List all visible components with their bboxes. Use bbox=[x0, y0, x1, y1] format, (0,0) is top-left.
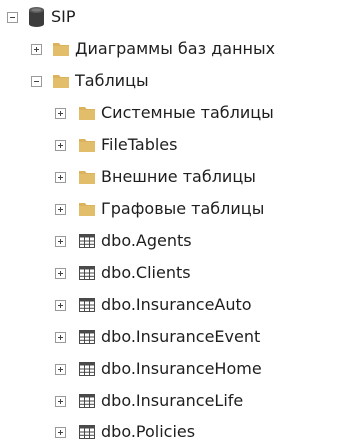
tree-node-graph-tables[interactable]: Графовые таблицы bbox=[55, 193, 264, 225]
tree-node-table-clients[interactable]: dbo.Clients bbox=[55, 257, 191, 289]
tree-node-label: dbo.InsuranceHome bbox=[101, 359, 262, 378]
expand-toggle[interactable] bbox=[55, 267, 66, 279]
expand-toggle[interactable] bbox=[55, 107, 66, 119]
tree-node-external-tables[interactable]: Внешние таблицы bbox=[55, 161, 256, 193]
collapse-toggle[interactable] bbox=[7, 11, 18, 23]
object-explorer-tree: SIP Диаграммы баз данных Таблицы Системн… bbox=[0, 0, 339, 446]
tree-node-label: dbo.Policies bbox=[101, 422, 196, 441]
tree-node-label: dbo.InsuranceAuto bbox=[101, 295, 252, 314]
expand-toggle[interactable] bbox=[31, 43, 42, 55]
tree-node-system-tables[interactable]: Системные таблицы bbox=[55, 97, 274, 129]
folder-icon bbox=[79, 138, 95, 152]
tree-node-label: Системные таблицы bbox=[101, 103, 274, 122]
tree-node-database-diagrams[interactable]: Диаграммы баз данных bbox=[31, 33, 275, 65]
expand-toggle[interactable] bbox=[55, 139, 66, 151]
tree-node-label: Внешние таблицы bbox=[101, 167, 256, 186]
tree-node-label: dbo.Agents bbox=[101, 231, 192, 250]
tree-node-label: Диаграммы баз данных bbox=[75, 39, 276, 58]
table-icon bbox=[79, 362, 95, 376]
tree-node-filetables[interactable]: FileTables bbox=[55, 129, 177, 161]
tree-node-label: Таблицы bbox=[75, 71, 149, 90]
table-icon bbox=[79, 234, 95, 248]
expand-toggle[interactable] bbox=[55, 331, 66, 343]
table-icon bbox=[79, 394, 95, 408]
collapse-toggle[interactable] bbox=[31, 75, 42, 87]
tree-node-label: dbo.InsuranceEvent bbox=[101, 327, 261, 346]
tree-node-tables[interactable]: Таблицы bbox=[31, 65, 149, 97]
tree-node-table-insuranceevent[interactable]: dbo.InsuranceEvent bbox=[55, 321, 260, 353]
database-icon bbox=[28, 6, 45, 28]
tree-node-label: FileTables bbox=[101, 135, 178, 154]
expand-toggle[interactable] bbox=[55, 395, 66, 407]
tree-node-table-insurancelife[interactable]: dbo.InsuranceLife bbox=[55, 385, 243, 417]
folder-icon bbox=[53, 74, 69, 88]
tree-node-label: dbo.InsuranceLife bbox=[101, 391, 244, 410]
table-icon bbox=[79, 298, 95, 312]
table-icon bbox=[79, 330, 95, 344]
tree-node-table-insurancehome[interactable]: dbo.InsuranceHome bbox=[55, 353, 262, 385]
tree-node-table-agents[interactable]: dbo.Agents bbox=[55, 225, 192, 257]
tree-node-label: SIP bbox=[51, 7, 76, 26]
tree-node-table-insuranceauto[interactable]: dbo.InsuranceAuto bbox=[55, 289, 252, 321]
table-icon bbox=[79, 266, 95, 280]
table-icon bbox=[79, 425, 95, 439]
folder-icon bbox=[53, 42, 69, 56]
folder-icon bbox=[79, 106, 95, 120]
tree-node-table-policies[interactable]: dbo.Policies bbox=[55, 416, 195, 448]
expand-toggle[interactable] bbox=[55, 203, 66, 215]
tree-node-label: dbo.Clients bbox=[101, 263, 191, 282]
tree-node-database-sip[interactable]: SIP bbox=[7, 1, 76, 33]
tree-node-label: Графовые таблицы bbox=[101, 199, 265, 218]
expand-toggle[interactable] bbox=[55, 363, 66, 375]
expand-toggle[interactable] bbox=[55, 171, 66, 183]
folder-icon bbox=[79, 170, 95, 184]
expand-toggle[interactable] bbox=[55, 299, 66, 311]
expand-toggle[interactable] bbox=[55, 426, 66, 438]
folder-icon bbox=[79, 202, 95, 216]
expand-toggle[interactable] bbox=[55, 235, 66, 247]
